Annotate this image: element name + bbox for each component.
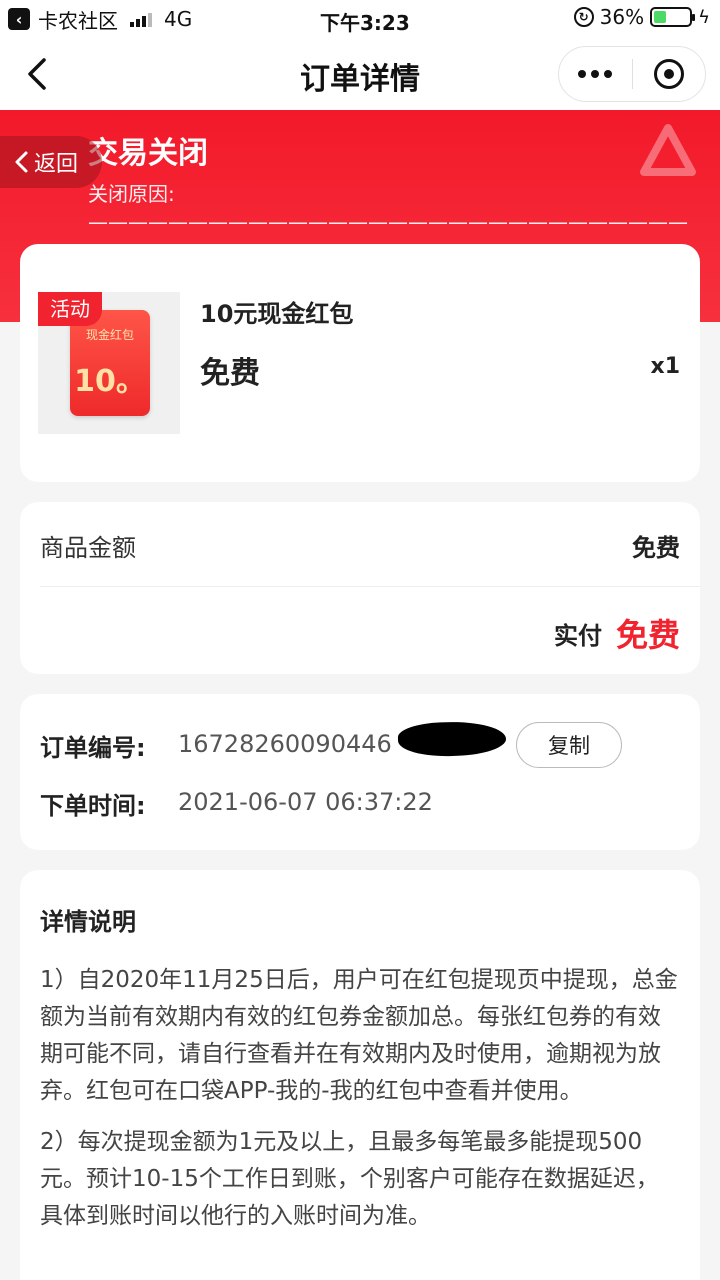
product-name: 10元现金红包 — [200, 300, 354, 328]
network-type: 4G — [164, 7, 193, 31]
charging-icon: ϟ — [698, 6, 710, 28]
order-time-value: 2021-06-07 06:37:22 — [178, 788, 433, 816]
more-icon[interactable] — [559, 70, 632, 78]
detail-paragraph-2: 2）每次提现金额为1元及以上，且最多每笔最多能提现500元。预计10-15个工作… — [40, 1129, 659, 1229]
goods-amount-value: 免费 — [632, 534, 680, 562]
product-price: 免费 — [200, 356, 260, 391]
decorative-triangle-icon — [640, 124, 696, 176]
goods-amount-label: 商品金额 — [40, 534, 136, 562]
nav-bar: 订单详情 — [0, 38, 720, 110]
divider — [40, 586, 700, 587]
battery-fill — [654, 11, 667, 23]
envelope-amount: 10。 — [74, 364, 146, 399]
battery-percent: 36% — [599, 5, 645, 29]
chevron-left-icon — [15, 151, 28, 173]
product-quantity: x1 — [650, 354, 681, 379]
battery-icon — [650, 7, 696, 27]
floating-back-button[interactable]: 返回 — [0, 136, 102, 188]
rotation-lock-icon: ↻ — [573, 7, 594, 27]
detail-body: 1）自2020年11月25日后，用户可在红包提现页中提现，总金额为当前有效期内有… — [40, 962, 680, 1249]
close-reason: 关闭原因: ——————————————————————————————————… — [88, 182, 688, 234]
clock: 下午3:23 — [320, 11, 410, 35]
status-bar: ‹ 卡农社区 4G 下午3:23 ↻ 36% ϟ — [0, 0, 720, 38]
redaction-mark — [397, 720, 507, 758]
back-label: 返回 — [34, 152, 79, 177]
carrier-label: 卡农社区 — [38, 8, 118, 33]
order-number-label: 订单编号: — [40, 734, 146, 762]
paid-label: 实付 — [554, 622, 602, 650]
product-card[interactable]: 现金红包 10。 活动 10元现金红包 免费 x1 — [20, 244, 700, 482]
activity-tag: 活动 — [38, 292, 102, 326]
order-info-card: 订单编号: 167282600904460 复制 下单时间: 2021-06-0… — [20, 694, 700, 850]
miniapp-capsule — [558, 46, 706, 102]
envelope-label: 现金红包 — [85, 328, 134, 342]
back-to-app-icon[interactable]: ‹ — [8, 8, 30, 30]
detail-title: 详情说明 — [40, 908, 136, 936]
detail-card: 详情说明 1）自2020年11月25日后，用户可在红包提现页中提现，总金额为当前… — [20, 870, 700, 1280]
amount-card: 商品金额 免费 实付 免费 — [20, 502, 700, 674]
close-miniapp-icon[interactable] — [633, 59, 706, 89]
order-status-title: 交易关闭 — [88, 136, 208, 171]
detail-paragraph-1: 1）自2020年11月25日后，用户可在红包提现页中提现，总金额为当前有效期内有… — [40, 967, 678, 1104]
paid-value: 免费 — [615, 616, 680, 654]
order-number-digits: 16728260090446 — [178, 730, 392, 758]
signal-icon — [130, 11, 152, 27]
order-time-label: 下单时间: — [40, 792, 146, 820]
copy-order-number-button[interactable]: 复制 — [516, 722, 622, 768]
